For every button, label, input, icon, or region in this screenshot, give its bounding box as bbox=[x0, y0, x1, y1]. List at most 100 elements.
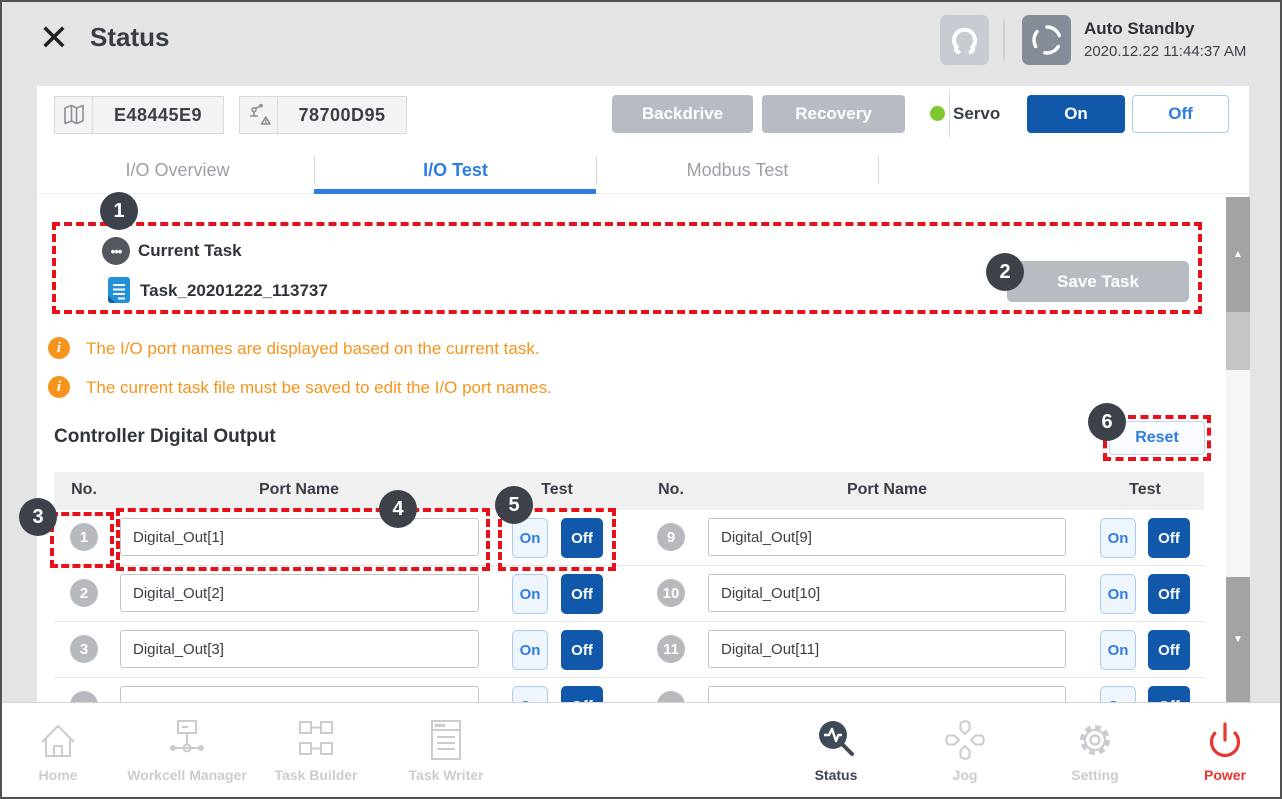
port-name-input[interactable] bbox=[120, 574, 479, 612]
tab-io-overview[interactable]: I/O Overview bbox=[37, 147, 318, 193]
controller-icon bbox=[55, 97, 93, 133]
test-on-button[interactable]: On bbox=[1100, 518, 1136, 558]
port-number-badge: 10 bbox=[657, 579, 685, 607]
task-writer-icon bbox=[422, 716, 470, 764]
current-task-icon: ••• bbox=[102, 237, 130, 265]
nav-status[interactable]: Status bbox=[761, 715, 911, 795]
main-card: E48445E9 78700D95 bbox=[37, 86, 1249, 702]
test-off-button[interactable]: Off bbox=[561, 518, 603, 558]
notice-text: The I/O port names are displayed based o… bbox=[86, 339, 540, 359]
test-on-button[interactable]: On bbox=[1100, 574, 1136, 614]
current-task-name: Task_20201222_113737 bbox=[140, 281, 328, 301]
test-on-button[interactable]: On bbox=[512, 630, 548, 670]
callout-5: 5 bbox=[495, 486, 533, 524]
nav-label: Status bbox=[815, 767, 858, 783]
jog-icon bbox=[941, 716, 989, 764]
callout-2: 2 bbox=[986, 253, 1024, 291]
nav-task-builder[interactable]: Task Builder bbox=[241, 715, 391, 795]
gripper-icon bbox=[940, 15, 989, 65]
recovery-button[interactable]: Recovery bbox=[762, 95, 905, 133]
callout-4: 4 bbox=[379, 490, 417, 528]
workcell-manager-icon bbox=[163, 716, 211, 764]
datetime-label: 2020.12.22 11:44:37 AM bbox=[1084, 43, 1246, 60]
col-no-left: No. bbox=[71, 481, 97, 499]
current-task-label: Current Task bbox=[138, 241, 242, 261]
port-name-input[interactable] bbox=[120, 518, 479, 556]
auto-mode-button[interactable] bbox=[1022, 15, 1071, 65]
test-off-button[interactable]: Off bbox=[561, 574, 603, 614]
port-number-badge: 2 bbox=[70, 579, 98, 607]
callout-6: 6 bbox=[1088, 403, 1126, 441]
status-icon bbox=[812, 716, 860, 764]
robot-serial-value: 78700D95 bbox=[278, 105, 406, 126]
test-off-button[interactable]: Off bbox=[1148, 574, 1190, 614]
nav-power[interactable]: Power bbox=[1150, 715, 1282, 795]
nav-jog[interactable]: Jog bbox=[890, 715, 1040, 795]
test-on-button[interactable]: On bbox=[512, 574, 548, 614]
callout-1: 1 bbox=[100, 192, 138, 230]
servo-off-button[interactable]: Off bbox=[1132, 95, 1229, 133]
test-off-button[interactable]: Off bbox=[561, 630, 603, 670]
nav-workcell-manager[interactable]: Workcell Manager bbox=[112, 715, 262, 795]
col-test-right: Test bbox=[1129, 481, 1161, 499]
servo-label: Servo bbox=[953, 104, 1000, 124]
servo-on-button[interactable]: On bbox=[1027, 95, 1125, 133]
power-icon bbox=[1201, 716, 1249, 764]
setting-icon bbox=[1071, 716, 1119, 764]
test-on-button[interactable]: On bbox=[512, 518, 548, 558]
servo-separator bbox=[949, 90, 950, 138]
test-on-button[interactable]: On bbox=[1100, 630, 1136, 670]
port-number-badge: 9 bbox=[657, 523, 685, 551]
page-title: Status bbox=[90, 22, 169, 53]
home-icon bbox=[34, 716, 82, 764]
scrollbar: ▲ ▼ bbox=[1226, 197, 1250, 702]
col-no-right: No. bbox=[658, 481, 684, 499]
port-number-badge: 3 bbox=[70, 635, 98, 663]
scroll-up-button[interactable]: ▲ bbox=[1226, 197, 1250, 312]
gripper-mode-button[interactable] bbox=[940, 15, 989, 65]
nav-label: Task Writer bbox=[409, 767, 484, 783]
backdrive-button[interactable]: Backdrive bbox=[612, 95, 753, 133]
servo-status-dot bbox=[930, 106, 945, 121]
save-task-button[interactable]: Save Task bbox=[1007, 261, 1189, 302]
info-icon: i bbox=[48, 376, 70, 398]
table-header: No. Port Name Test No. Port Name Test bbox=[54, 472, 1204, 510]
port-name-input[interactable] bbox=[708, 574, 1066, 612]
scroll-down-button[interactable]: ▼ bbox=[1226, 577, 1250, 702]
tab-bar: I/O Overview I/O Test Modbus Test bbox=[37, 147, 1249, 194]
nav-label: Home bbox=[39, 767, 78, 783]
test-off-button[interactable]: Off bbox=[1148, 630, 1190, 670]
ellipsis-glyph: ••• bbox=[111, 244, 122, 259]
scroll-up-icon: ▲ bbox=[1233, 249, 1243, 260]
port-name-input[interactable] bbox=[120, 630, 479, 668]
nav-label: Jog bbox=[953, 767, 978, 783]
nav-task-writer[interactable]: Task Writer bbox=[371, 715, 521, 795]
robot-serial-badge: 78700D95 bbox=[239, 96, 407, 134]
table-row: 3 On Off 11 On Off bbox=[54, 622, 1204, 678]
nav-label: Setting bbox=[1071, 767, 1118, 783]
header-divider bbox=[1003, 20, 1005, 60]
section-title: Controller Digital Output bbox=[54, 426, 276, 448]
test-off-button[interactable]: Off bbox=[1148, 518, 1190, 558]
port-number-badge: 11 bbox=[657, 635, 685, 663]
bottom-nav: Home Workcell Manager bbox=[2, 702, 1280, 799]
callout-3: 3 bbox=[19, 498, 57, 536]
scrollbar-thumb[interactable] bbox=[1226, 312, 1250, 370]
close-icon[interactable]: ✕ bbox=[32, 16, 76, 60]
col-port-left: Port Name bbox=[259, 481, 339, 499]
nav-label: Power bbox=[1204, 767, 1246, 783]
active-tab-underline bbox=[314, 189, 596, 194]
status-screen: ✕ Status Auto Standby 2020.12.22 bbox=[0, 0, 1282, 799]
port-name-input[interactable] bbox=[708, 518, 1066, 556]
auto-mode-swirl-icon bbox=[1023, 15, 1071, 65]
nav-label: Workcell Manager bbox=[127, 767, 247, 783]
scroll-down-icon: ▼ bbox=[1233, 634, 1243, 645]
tab-io-test[interactable]: I/O Test bbox=[315, 147, 596, 193]
nav-label: Task Builder bbox=[275, 767, 358, 783]
port-number-badge: 1 bbox=[70, 523, 98, 551]
info-glyph: i bbox=[57, 340, 61, 357]
nav-setting[interactable]: Setting bbox=[1020, 715, 1170, 795]
robot-mode-label: Auto Standby bbox=[1084, 19, 1195, 39]
port-name-input[interactable] bbox=[708, 630, 1066, 668]
tab-modbus-test[interactable]: Modbus Test bbox=[597, 147, 878, 193]
